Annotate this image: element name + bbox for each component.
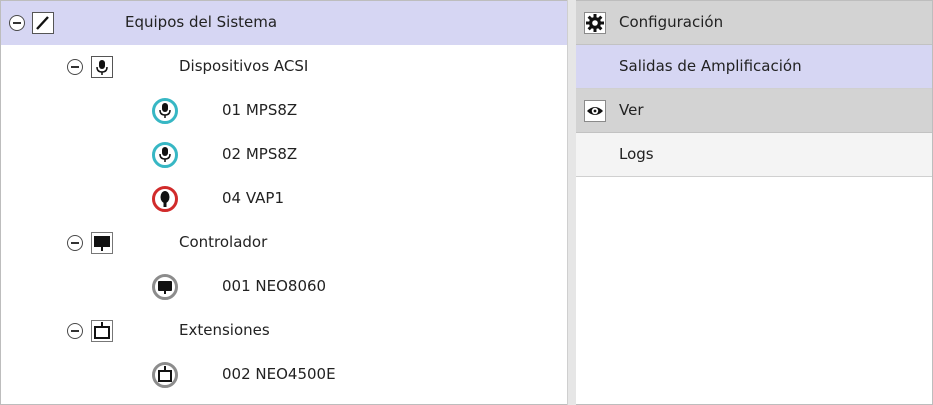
- tree-root-label: Equipos del Sistema: [125, 13, 278, 31]
- tree-item-label: 04 VAP1: [222, 189, 285, 207]
- device-tree-panel: Equipos del Sistema Dispositivos ACSI 01…: [1, 1, 567, 404]
- tree-group-label: Dispositivos ACSI: [179, 57, 309, 75]
- tree-group-dispositivos-acsi[interactable]: Dispositivos ACSI: [1, 45, 567, 89]
- menu-item-salidas-de-amplificacion[interactable]: Salidas de Amplificación: [576, 45, 932, 89]
- tree-group-controlador[interactable]: Controlador: [1, 221, 567, 265]
- collapse-icon[interactable]: [67, 59, 83, 75]
- tree-item-02-mps8z[interactable]: 02 MPS8Z: [1, 133, 567, 177]
- monitor-icon: [91, 232, 113, 254]
- tree-group-extensiones[interactable]: Extensiones: [1, 309, 567, 353]
- tree-item-label: 01 MPS8Z: [222, 101, 298, 119]
- tree-item-001-neo8060[interactable]: 001 NEO8060: [1, 265, 567, 309]
- tree-item-04-vap1[interactable]: 04 VAP1: [1, 177, 567, 221]
- microphone-icon: [152, 142, 178, 168]
- collapse-icon[interactable]: [67, 235, 83, 251]
- tree-item-002-neo4500e[interactable]: 002 NEO4500E: [1, 353, 567, 397]
- collapse-icon[interactable]: [67, 323, 83, 339]
- menu-item-label: Salidas de Amplificación: [619, 57, 802, 75]
- monitor-icon: [152, 274, 178, 300]
- panel-splitter[interactable]: [567, 0, 576, 405]
- menu-header-label: Ver: [619, 101, 644, 119]
- gear-icon: [584, 12, 606, 34]
- tree-item-01-mps8z[interactable]: 01 MPS8Z: [1, 89, 567, 133]
- menu-header-label: Configuración: [619, 13, 724, 31]
- pencil-icon: [32, 12, 54, 34]
- extension-box-icon: [152, 362, 178, 388]
- speaker-icon: [152, 186, 178, 212]
- tree-group-label: Controlador: [179, 233, 268, 251]
- menu-item-logs[interactable]: Logs: [576, 133, 932, 177]
- tree-item-label: 001 NEO8060: [222, 277, 327, 295]
- tree-item-label: 002 NEO4500E: [222, 365, 336, 383]
- microphone-icon: [152, 98, 178, 124]
- eye-icon: [584, 100, 606, 122]
- collapse-icon[interactable]: [9, 15, 25, 31]
- menu-item-label: Logs: [619, 145, 654, 163]
- tree-group-label: Extensiones: [179, 321, 270, 339]
- tree-root-row[interactable]: Equipos del Sistema: [1, 1, 567, 45]
- menu-panel: Configuración Salidas de Amplificación V…: [576, 1, 932, 404]
- tree-item-label: 02 MPS8Z: [222, 145, 298, 163]
- menu-header-configuracion[interactable]: Configuración: [576, 1, 932, 45]
- microphone-icon: [91, 56, 113, 78]
- menu-header-ver[interactable]: Ver: [576, 89, 932, 133]
- extension-box-icon: [91, 320, 113, 342]
